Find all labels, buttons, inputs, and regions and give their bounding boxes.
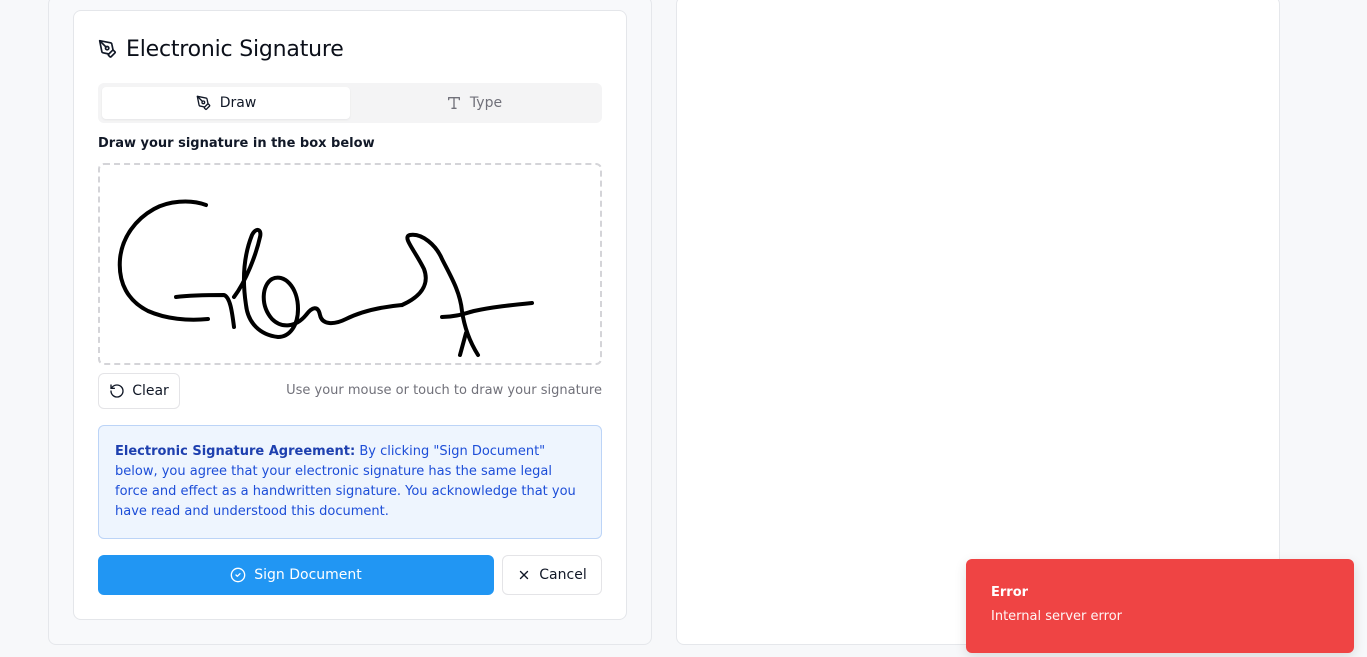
tab-type[interactable]: Type: [350, 87, 598, 119]
type-icon: [446, 95, 462, 111]
cancel-label: Cancel: [539, 567, 587, 583]
card-title: Electronic Signature: [126, 36, 344, 62]
clear-button[interactable]: Clear: [98, 373, 180, 409]
tab-draw-label: Draw: [219, 95, 257, 111]
card-header: Electronic Signature: [98, 34, 344, 64]
error-toast[interactable]: Error Internal server error: [966, 559, 1354, 653]
draw-instruction: Draw your signature in the box below: [98, 136, 375, 151]
tab-draw[interactable]: Draw: [102, 87, 350, 119]
sign-document-button[interactable]: Sign Document: [98, 555, 494, 595]
signature-mode-tabs: Draw Type: [98, 83, 602, 123]
toast-message: Internal server error: [991, 609, 1122, 624]
document-preview-panel: [676, 0, 1280, 645]
cancel-button[interactable]: Cancel: [502, 555, 602, 595]
tab-type-label: Type: [469, 95, 503, 111]
sign-document-label: Sign Document: [254, 567, 362, 583]
close-icon: [517, 568, 531, 582]
toast-title: Error: [991, 585, 1029, 600]
agreement-heading: Electronic Signature Agreement:: [115, 444, 356, 459]
rotate-ccw-icon: [109, 383, 125, 399]
pen-tool-icon: [98, 39, 118, 59]
pen-tool-icon: [196, 95, 212, 111]
clear-button-label: Clear: [132, 383, 169, 399]
signature-agreement-notice: Electronic Signature Agreement: By click…: [98, 425, 602, 539]
draw-hint: Use your mouse or touch to draw your sig…: [286, 383, 602, 398]
check-circle-icon: [230, 567, 246, 583]
signature-drawing: [117, 199, 534, 357]
signature-canvas[interactable]: [98, 163, 602, 365]
